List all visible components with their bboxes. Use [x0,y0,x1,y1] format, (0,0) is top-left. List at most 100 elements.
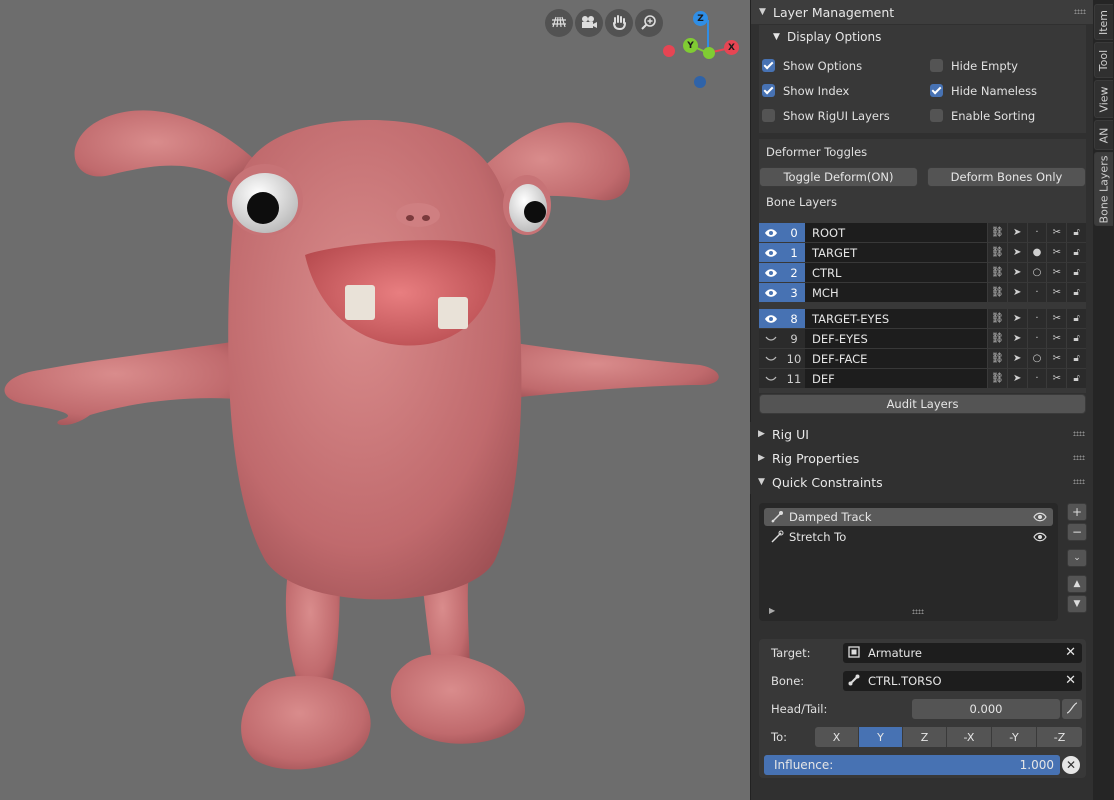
scissors-icon[interactable]: ✂ [1046,243,1067,262]
expand-filter-icon[interactable]: ▶ [769,606,775,615]
lock-icon[interactable]: 🔓︎ [1066,243,1086,262]
gizmo-z-axis[interactable]: Z [693,11,708,26]
display-options-header[interactable]: ▼ Display Options [759,25,1086,49]
influence-slider[interactable]: Influence: 1.000 [764,755,1060,775]
eye-icon[interactable] [759,283,783,302]
link-icon[interactable]: ⛓ [987,283,1007,302]
dot-icon[interactable]: · [1026,283,1047,302]
3d-viewport[interactable]: Z X Y [0,0,750,800]
resize-grip-icon[interactable] [912,609,924,614]
scissors-icon[interactable]: ✂ [1046,223,1067,242]
circle-icon[interactable]: ○ [1026,263,1047,282]
to-axis-x-button[interactable]: X [815,727,859,747]
eye-icon[interactable] [1033,531,1047,545]
remove-constraint-button[interactable]: − [1067,523,1087,541]
drag-grip-icon[interactable] [1074,9,1086,14]
audit-layers-button[interactable]: Audit Layers [759,394,1086,414]
use-bbone-shape-toggle[interactable] [1062,699,1082,719]
eye-closed-icon[interactable] [759,329,783,348]
scissors-icon[interactable]: ✂ [1046,283,1067,302]
bone-layer-row[interactable]: 9 DEF-EYES ⛓ ➤ · ✂ 🔓︎ [759,329,1086,348]
link-icon[interactable]: ⛓ [987,309,1007,328]
clear-icon[interactable]: ✕ [1065,645,1076,660]
gizmo-x-axis[interactable]: X [724,40,739,55]
bone-layer-row[interactable]: 2 CTRL ⛓ ➤ ○ ✂ 🔓︎ [759,263,1086,282]
clear-icon[interactable]: ✕ [1065,673,1076,688]
hide-empty-checkbox[interactable] [930,59,943,72]
eye-icon[interactable] [1033,511,1047,525]
disable-keep-transform-button[interactable]: ✕ [1062,756,1080,774]
to-axis-neg-y-button[interactable]: -Y [992,727,1037,747]
drag-grip-icon[interactable] [1073,431,1085,436]
lock-icon[interactable]: 🔓︎ [1066,369,1086,388]
bone-layer-row[interactable]: 11 DEF ⛓ ➤ · ✂ 🔓︎ [759,369,1086,388]
layer-management-header[interactable]: ▼ Layer Management [751,0,1094,24]
scissors-icon[interactable]: ✂ [1046,263,1067,282]
layer-name-field[interactable]: ROOT [805,223,987,242]
add-constraint-button[interactable]: + [1067,503,1087,521]
pan-view-button[interactable] [605,9,633,37]
bone-field[interactable]: CTRL.TORSO ✕ [843,671,1082,691]
select-cursor-icon[interactable]: ➤ [1006,309,1027,328]
layer-name-field[interactable]: CTRL [805,263,987,282]
enable-sorting-checkbox[interactable] [930,109,943,122]
lock-icon[interactable]: 🔓︎ [1066,349,1086,368]
lock-icon[interactable]: 🔓︎ [1066,329,1086,348]
select-cursor-icon[interactable]: ➤ [1006,349,1027,368]
quick-constraints-header[interactable]: ▼ Quick Constraints [750,470,1093,494]
select-cursor-icon[interactable]: ➤ [1006,243,1027,262]
camera-view-button[interactable] [575,9,603,37]
select-cursor-icon[interactable]: ➤ [1006,369,1027,388]
drag-grip-icon[interactable] [1073,455,1085,460]
lock-icon[interactable]: 🔓︎ [1066,309,1086,328]
tab-an[interactable]: AN [1094,120,1113,150]
eye-icon[interactable] [759,263,783,282]
constraint-menu-button[interactable]: ⌄ [1067,549,1087,567]
dot-icon[interactable]: · [1026,309,1047,328]
show-options-checkbox[interactable] [762,59,775,72]
to-axis-z-button[interactable]: Z [903,727,947,747]
tab-tool[interactable]: Tool [1094,42,1113,78]
dot-icon[interactable]: · [1026,223,1047,242]
gizmo-neg-y-axis[interactable] [703,47,715,59]
dot-icon[interactable]: · [1026,369,1047,388]
lock-icon[interactable]: 🔓︎ [1066,263,1086,282]
layer-name-field[interactable]: DEF-EYES [805,329,987,348]
select-cursor-icon[interactable]: ➤ [1006,223,1027,242]
link-icon[interactable]: ⛓ [987,329,1007,348]
show-rigui-layers-checkbox[interactable] [762,109,775,122]
link-icon[interactable]: ⛓ [987,263,1007,282]
zoom-view-button[interactable] [635,9,663,37]
gizmo-neg-z-axis[interactable] [694,76,706,88]
eye-closed-icon[interactable] [759,349,783,368]
link-icon[interactable]: ⛓ [987,243,1007,262]
layer-name-field[interactable]: MCH [805,283,987,302]
deform-bones-only-button[interactable]: Deform Bones Only [927,167,1086,187]
constraint-item-damped-track[interactable]: Damped Track [764,508,1053,526]
to-axis-neg-z-button[interactable]: -Z [1037,727,1082,747]
to-axis-y-button[interactable]: Y [859,727,903,747]
link-icon[interactable]: ⛓ [987,349,1007,368]
layer-name-field[interactable]: TARGET [805,243,987,262]
lock-icon[interactable]: 🔓︎ [1066,223,1086,242]
constraint-item-stretch-to[interactable]: Stretch To [764,528,1053,546]
layer-name-field[interactable]: DEF [805,369,987,388]
to-axis-neg-x-button[interactable]: -X [947,727,992,747]
eye-icon[interactable] [759,309,783,328]
bone-layer-row[interactable]: 1 TARGET ⛓ ➤ ● ✂ 🔓︎ [759,243,1086,262]
headtail-field[interactable]: 0.000 [912,699,1060,719]
gizmo-neg-x-axis[interactable] [663,45,675,57]
eye-icon[interactable] [759,223,783,242]
bone-layer-row[interactable]: 10 DEF-FACE ⛓ ➤ ○ ✂ 🔓︎ [759,349,1086,368]
hide-nameless-checkbox[interactable] [930,84,943,97]
drag-grip-icon[interactable] [1073,479,1085,484]
layer-name-field[interactable]: DEF-FACE [805,349,987,368]
select-cursor-icon[interactable]: ➤ [1006,329,1027,348]
toggle-perspective-button[interactable] [545,9,573,37]
select-cursor-icon[interactable]: ➤ [1006,283,1027,302]
scissors-icon[interactable]: ✂ [1046,329,1067,348]
eye-closed-icon[interactable] [759,369,783,388]
scissors-icon[interactable]: ✂ [1046,349,1067,368]
move-up-button[interactable]: ▲ [1067,575,1087,593]
show-index-checkbox[interactable] [762,84,775,97]
